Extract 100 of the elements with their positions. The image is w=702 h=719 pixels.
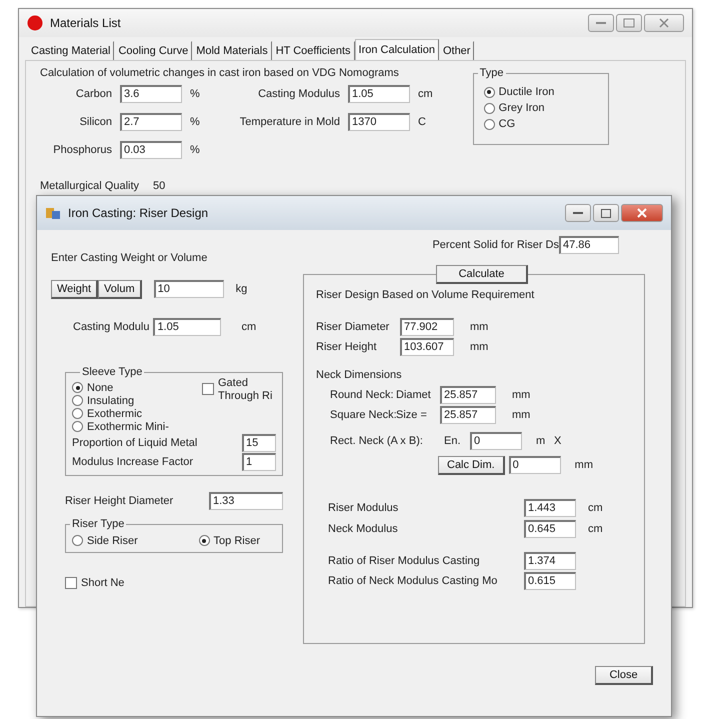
tab[interactable]: Cooling Curve [114, 41, 192, 60]
field-label: Phosphorus [52, 144, 112, 156]
input-field[interactable]: 103.607 [400, 338, 454, 356]
input-field[interactable]: 1.33 [209, 492, 283, 510]
section-title: Riser Design Based on Volume Requirement [316, 289, 534, 301]
input-field[interactable]: 2.7 [120, 113, 182, 131]
checkbox[interactable] [202, 382, 214, 394]
maximize-button[interactable] [593, 204, 619, 222]
unit-label: m [536, 435, 546, 447]
input-field[interactable]: 1 [242, 452, 276, 470]
app-icon [45, 205, 61, 221]
radio-button[interactable] [72, 395, 83, 406]
tab[interactable]: Other [438, 41, 474, 60]
radio-button[interactable] [72, 421, 83, 432]
unit-label: % [190, 88, 201, 100]
input-field[interactable]: 1.05 [153, 318, 222, 336]
radio-label: Ductile Iron [498, 86, 554, 98]
field-label: Ratio of Neck Modulus Casting Mo [328, 575, 498, 587]
unit-label: mm [512, 409, 530, 421]
mode-button[interactable]: Weight [51, 280, 98, 298]
checkbox[interactable] [65, 576, 77, 588]
field-label: Diamet [396, 389, 432, 401]
tab[interactable]: Mold Materials [192, 41, 272, 60]
input-field[interactable]: 0.615 [524, 572, 576, 590]
radio-label: None [87, 382, 114, 394]
field-label: Casting Modulu [73, 321, 150, 333]
close-button[interactable] [644, 14, 684, 32]
radio-button[interactable] [484, 86, 495, 98]
unit-label: X [554, 435, 562, 447]
input-field[interactable]: 0 [470, 432, 522, 450]
unit-label: mm [470, 341, 488, 353]
field-label: Riser Height Diameter [65, 495, 174, 507]
calculate-button[interactable]: Calculate [436, 265, 528, 284]
radio-button[interactable] [484, 102, 495, 114]
description-text: Calculation of volumetric changes in cast iron based on VDG Nomograms [40, 67, 400, 79]
tab[interactable]: Casting Material [27, 41, 114, 60]
input-field[interactable]: 25.857 [440, 406, 496, 424]
radio-label: Grey Iron [498, 102, 545, 114]
radio-button[interactable] [198, 535, 210, 546]
input-field[interactable]: 15 [242, 434, 276, 452]
group-title: Riser Type [70, 518, 126, 530]
field-label: Riser Height [316, 341, 378, 353]
close-button[interactable]: Close [595, 666, 653, 684]
unit-label: mm [512, 389, 530, 401]
maximize-button[interactable] [616, 14, 642, 32]
window-title: Materials List [50, 16, 122, 30]
quality-value: 50 [153, 180, 166, 192]
unit-label: kg [236, 283, 248, 295]
maximize-icon [601, 208, 611, 218]
field-label: Round Neck: [330, 389, 392, 401]
input-field[interactable]: 1.05 [348, 85, 410, 103]
input-field[interactable]: 3.6 [120, 85, 182, 103]
app-icon [27, 15, 43, 31]
input-field[interactable]: 0.645 [524, 520, 576, 538]
field-label: Temperature in Mold [238, 116, 340, 128]
field-label: Modulus Increase Factor [72, 456, 194, 468]
field-label: Size = [396, 409, 428, 421]
unit-label: cm [241, 321, 256, 333]
unit-label: % [190, 144, 201, 156]
input-field[interactable]: 0 [508, 456, 561, 474]
window-title: Iron Casting: Riser Design [68, 206, 210, 220]
input-field[interactable]: 1.443 [524, 498, 576, 516]
close-button[interactable] [621, 204, 663, 222]
tab[interactable]: Iron Calculation [354, 39, 439, 60]
radio-label: Top Riser [214, 534, 260, 546]
radio-label: Side Riser [87, 534, 138, 546]
input-field[interactable]: 1.374 [524, 552, 576, 570]
input-field[interactable]: 10 [154, 280, 224, 298]
radio-button[interactable] [72, 408, 83, 419]
field-label: Percent Solid for Riser Ds [432, 239, 559, 251]
field-label: En. [444, 435, 462, 447]
section-title: Neck Dimensions [316, 369, 402, 381]
checkbox-label: Gated Through Ri [218, 376, 274, 402]
radio-label: Exothermic [87, 408, 142, 420]
input-field[interactable]: 25.857 [440, 386, 496, 404]
input-field[interactable]: 1370 [348, 113, 410, 131]
input-field[interactable]: 47.86 [559, 236, 619, 254]
field-label: Silicon [78, 116, 112, 128]
field-label: Riser Diameter [316, 321, 390, 333]
input-field[interactable]: 0.03 [120, 141, 182, 159]
restore-icon [623, 18, 635, 28]
group-title: Type [478, 67, 506, 79]
radio-button[interactable] [484, 118, 495, 130]
quality-label: Metallurgical Quality [40, 180, 140, 192]
field-label: Casting Modulus [257, 88, 340, 100]
minimize-icon [596, 21, 606, 25]
field-label: Rect. Neck (A x B): [330, 435, 424, 447]
minimize-button[interactable] [588, 14, 614, 32]
checkbox-label: Short Ne [81, 576, 124, 588]
unit-label: mm [574, 459, 593, 471]
unit-label: % [190, 116, 201, 128]
radio-button[interactable] [72, 382, 83, 393]
unit-label: cm [588, 502, 603, 514]
minimize-button[interactable] [565, 204, 591, 222]
radio-button[interactable] [72, 535, 83, 546]
radio-label: CG [498, 118, 516, 130]
minimize-icon [573, 211, 583, 215]
mode-button[interactable]: Volum [98, 280, 142, 298]
calc-dim-button[interactable]: Calc Dim. [438, 456, 505, 474]
input-field[interactable]: 77.902 [400, 318, 454, 336]
